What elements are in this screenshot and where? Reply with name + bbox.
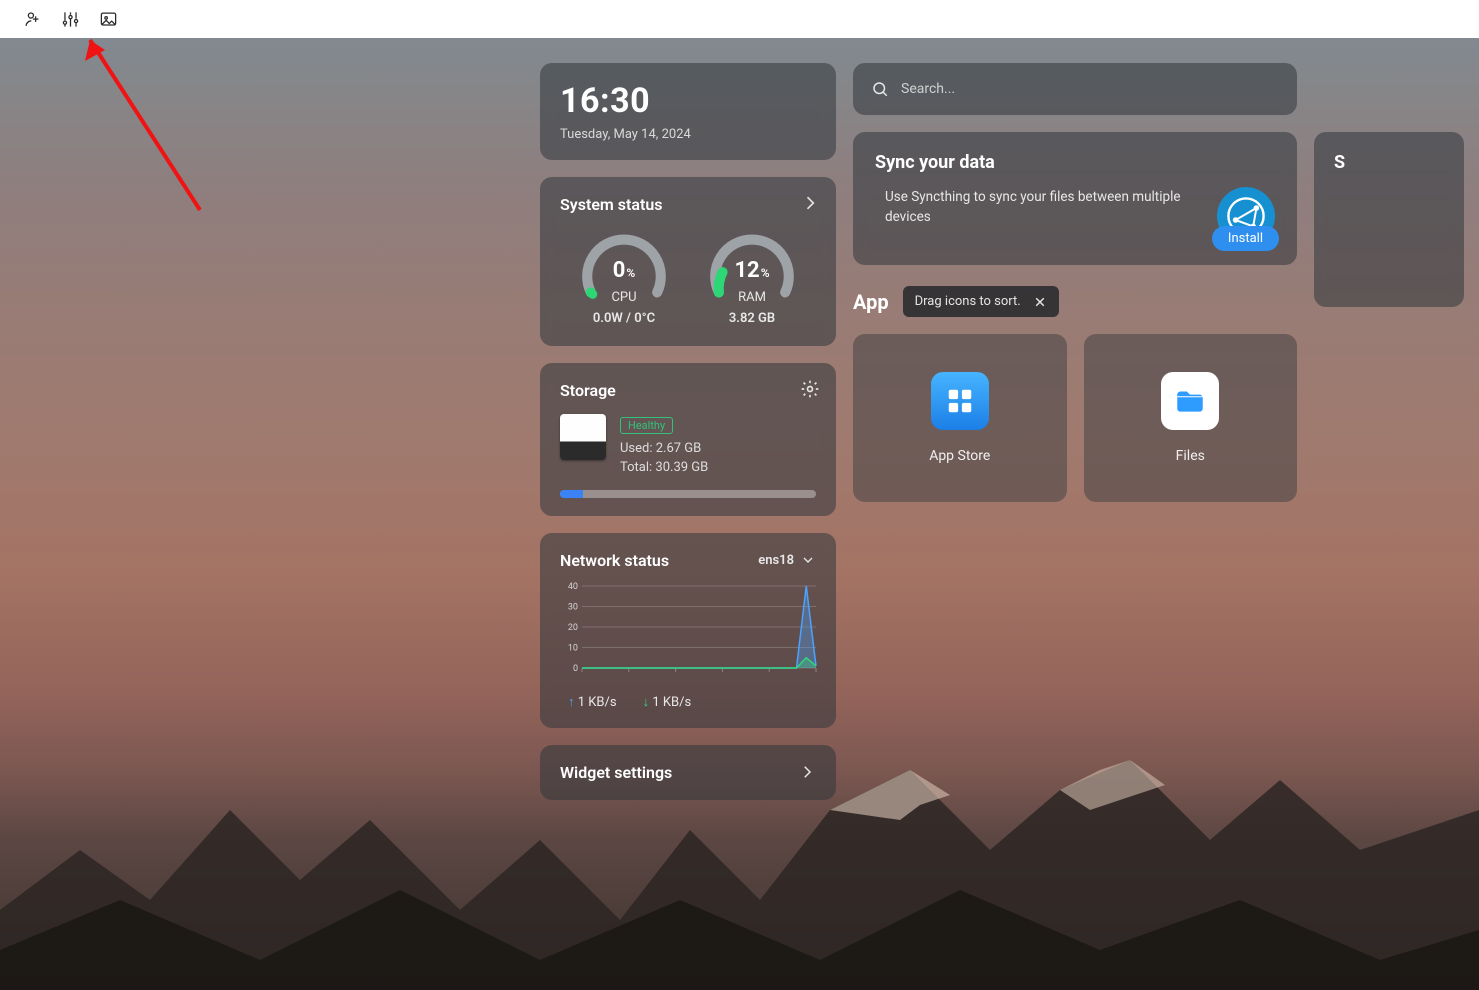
app-tile-files[interactable]: Files [1084,334,1298,502]
network-card: Network status ens18 0 10 20 30 40 ↑ 1 KB/s … [540,533,836,728]
appstore-icon [931,372,989,430]
disk-icon [560,414,606,460]
storage-progress [560,490,816,498]
svg-text:10: 10 [568,643,578,653]
network-interface-select[interactable]: ens18 [758,552,816,568]
ram-percent: 12 [734,258,759,283]
network-chart: 0 10 20 30 40 [560,582,820,682]
search-input[interactable] [901,81,1279,97]
files-icon [1161,372,1219,430]
svg-text:40: 40 [568,582,578,592]
search-bar[interactable] [853,63,1297,115]
sync-desc: Use Syncthing to sync your files between… [875,187,1199,245]
storage-used: Used: 2.67 GB [620,440,708,459]
storage-health-badge: Healthy [620,417,673,434]
files-label: Files [1176,448,1205,464]
clock-card: 16:30 Tuesday, May 14, 2024 [540,63,836,160]
network-iface-label: ens18 [758,553,794,568]
arrow-up-icon: ↑ [568,695,575,710]
net-down: 1 KB/s [652,695,691,710]
storage-title: Storage [560,381,816,400]
gear-icon[interactable] [800,379,820,399]
annotation-arrow [75,25,215,225]
wallpaper-icon[interactable] [98,9,118,29]
svg-text:20: 20 [568,623,578,633]
search-icon [871,80,889,98]
app-sort-tooltip: Drag icons to sort. [903,286,1059,317]
app-section-heading: App [853,290,889,314]
clock-date: Tuesday, May 14, 2024 [560,127,816,142]
svg-text:30: 30 [568,602,578,612]
user-icon[interactable] [22,9,42,29]
network-legend: ↑ 1 KB/s ↓ 1 KB/s [560,694,816,710]
install-button[interactable]: Install [1212,226,1279,251]
cutoff-card: S [1314,132,1464,307]
cpu-gauge: 0% CPU 0.0W / 0°C [578,228,670,326]
top-toolbar [0,0,1479,38]
storage-total: Total: 30.39 GB [620,459,708,478]
widget-settings-link[interactable]: Widget settings [540,745,836,800]
sync-title: Sync your data [875,152,1275,173]
system-status-title: System status [560,195,816,214]
sync-card: Sync your data Use Syncthing to sync you… [853,132,1297,265]
ram-gauge: 12% RAM 3.82 GB [706,228,798,326]
network-title: Network status [560,551,669,570]
chevron-right-icon [798,763,816,781]
storage-card: Storage Healthy Used: 2.67 GB Total: 30.… [540,363,836,516]
svg-text:0: 0 [573,664,578,674]
system-status-card[interactable]: System status 0% CPU 0.0W / 0°C [540,177,836,346]
app-tile-appstore[interactable]: App Store [853,334,1067,502]
appstore-label: App Store [929,448,990,464]
close-icon[interactable] [1033,295,1047,309]
chevron-down-icon [800,552,816,568]
clock-time: 16:30 [560,81,816,121]
sliders-icon[interactable] [60,9,80,29]
cpu-percent: 0 [613,258,626,283]
arrow-down-icon: ↓ [643,695,650,710]
tooltip-text: Drag icons to sort. [915,294,1021,309]
cutoff-title: S [1334,152,1464,173]
widget-settings-label: Widget settings [560,763,672,782]
net-up: 1 KB/s [578,695,617,710]
chevron-right-icon[interactable] [800,193,820,213]
